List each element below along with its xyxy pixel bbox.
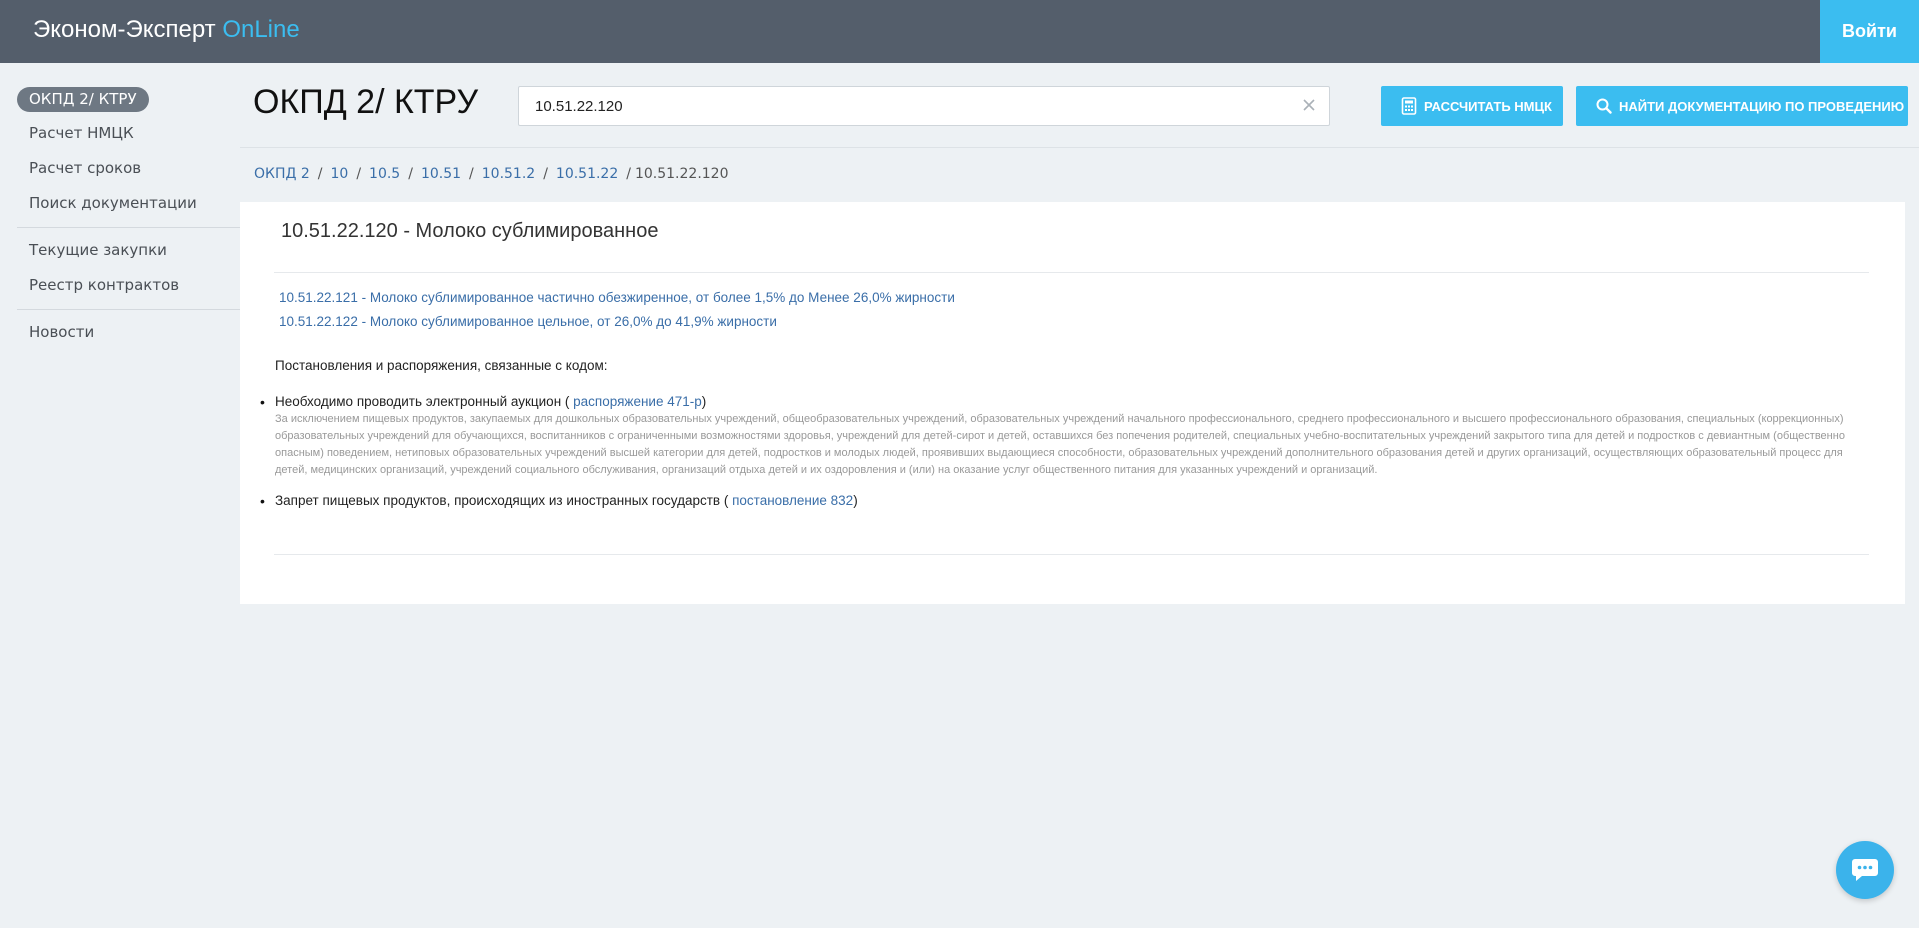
breadcrumb-separator: /: [469, 166, 474, 182]
calculator-icon: [1401, 97, 1417, 115]
divider: [274, 272, 1869, 273]
search-icon: [1596, 98, 1612, 114]
code-title: 10.51.22.120 - Молоко сублимированное: [281, 220, 659, 242]
regulation-text-before: Необходимо проводить электронный аукцион…: [275, 394, 574, 409]
chat-icon: [1852, 859, 1878, 881]
search-box: [518, 86, 1330, 126]
sidebar-item-news[interactable]: Новости: [29, 323, 94, 341]
breadcrumb-separator: /: [543, 166, 548, 182]
breadcrumb-separator: /: [317, 166, 323, 182]
brand-logo[interactable]: Эконом-Эксперт OnLine: [33, 16, 300, 44]
regulation-text: Необходимо проводить электронный аукцион…: [275, 394, 1867, 409]
divider: [274, 554, 1869, 555]
regulations-list: Необходимо проводить электронный аукцион…: [260, 394, 1867, 509]
close-icon[interactable]: [1301, 97, 1317, 113]
chat-button[interactable]: [1836, 841, 1894, 899]
regulation-link[interactable]: распоряжение 471-р: [573, 394, 702, 409]
sidebar-divider: [17, 309, 240, 310]
calculate-nmck-button[interactable]: РАССЧИТАТЬ НМЦК: [1381, 86, 1563, 126]
page-title: ОКПД 2/ КТРУ: [253, 83, 479, 121]
sidebar-item-current-purchases[interactable]: Текущие закупки: [29, 241, 167, 259]
sidebar-item-contracts-registry[interactable]: Реестр контрактов: [29, 276, 179, 294]
find-documentation-label: НАЙТИ ДОКУМЕНТАЦИЮ ПО ПРОВЕДЕНИЮ: [1619, 98, 1905, 114]
sidebar-item-okpd-active[interactable]: ОКПД 2/ КТРУ: [17, 87, 149, 112]
top-bar: Эконом-Эксперт OnLine Войти: [0, 0, 1919, 63]
breadcrumb-link[interactable]: ОКПД 2: [254, 166, 310, 182]
breadcrumb-link[interactable]: 10.51.2: [482, 166, 535, 182]
breadcrumb-separator: /: [626, 166, 631, 182]
regulation-text: Запрет пищевых продуктов, происходящих и…: [275, 493, 1867, 508]
breadcrumb-link[interactable]: 10: [331, 166, 349, 182]
regulation-text-after: ): [701, 394, 707, 409]
subcode-link[interactable]: 10.51.22.121 - Молоко сублимированное ча…: [279, 290, 955, 305]
breadcrumb-separator: /: [408, 166, 413, 182]
sidebar-item-deadlines[interactable]: Расчет сроков: [29, 159, 141, 177]
header-divider: [240, 147, 1919, 148]
breadcrumb: ОКПД 2/10/10.5/10.51/10.51.2/10.51.22/10…: [254, 166, 728, 182]
regulations-heading: Постановления и распоряжения, связанные …: [275, 358, 608, 373]
search-input[interactable]: [519, 87, 1289, 125]
regulation-item: Запрет пищевых продуктов, происходящих и…: [260, 493, 1867, 509]
sidebar-item-doc-search[interactable]: Поиск документации: [29, 194, 197, 212]
code-details-card: 10.51.22.120 - Молоко сублимированное 10…: [240, 202, 1905, 604]
regulation-link[interactable]: постановление 832: [732, 493, 853, 508]
regulation-text-before: Запрет пищевых продуктов, происходящих и…: [275, 493, 733, 508]
breadcrumb-link[interactable]: 10.5: [369, 166, 400, 182]
brand-name: Эконом-Эксперт: [33, 16, 223, 43]
regulation-item: Необходимо проводить электронный аукцион…: [260, 394, 1867, 479]
regulation-text-after: ): [853, 493, 858, 508]
subcode-link[interactable]: 10.51.22.122 - Молоко сублимированное це…: [279, 314, 777, 329]
breadcrumb-separator: /: [356, 166, 362, 182]
sidebar-divider: [17, 227, 240, 228]
breadcrumb-current: 10.51.22.120: [634, 166, 729, 182]
breadcrumb-link[interactable]: 10.51.22: [556, 166, 618, 182]
brand-accent: OnLine: [222, 16, 300, 43]
regulation-note: За исключением пищевых продуктов, закупа…: [275, 413, 1845, 476]
breadcrumb-link[interactable]: 10.51: [421, 166, 461, 182]
calculate-nmck-label: РАССЧИТАТЬ НМЦК: [1424, 98, 1552, 114]
login-button[interactable]: Войти: [1820, 0, 1919, 63]
sidebar-item-nmck[interactable]: Расчет НМЦК: [29, 124, 134, 142]
find-documentation-button[interactable]: НАЙТИ ДОКУМЕНТАЦИЮ ПО ПРОВЕДЕНИЮ: [1576, 86, 1908, 126]
